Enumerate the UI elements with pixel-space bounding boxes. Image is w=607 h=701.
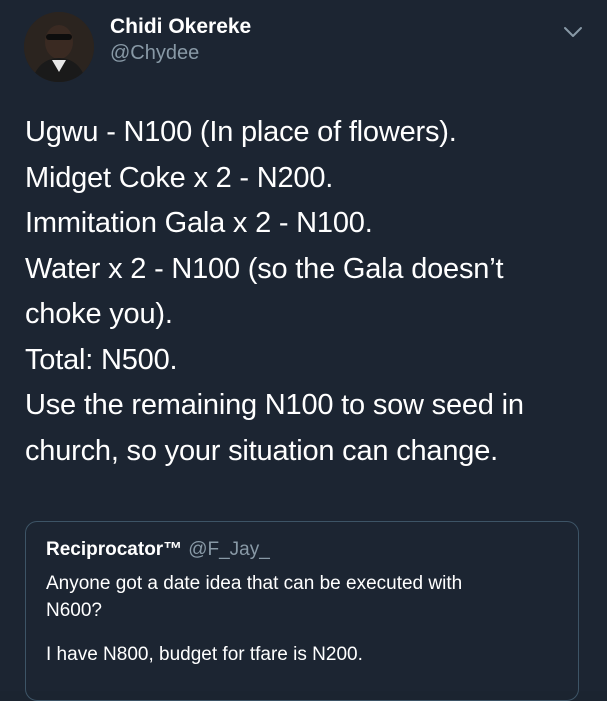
tweet-text-line: choke you). xyxy=(25,298,173,330)
author-info: Chidi Okereke @Chydee xyxy=(110,14,251,66)
avatar-photo xyxy=(24,12,94,82)
quoted-text-line: Anyone got a date idea that can be execu… xyxy=(46,573,463,594)
tweet-text-line: Midget Coke x 2 - N200. xyxy=(25,161,334,194)
tweet-text-line: Total: N500. xyxy=(25,343,178,376)
quoted-author-handle: @F_Jay_ xyxy=(188,539,270,560)
tweet-text: Ugwu - N100 (In place of flowers). Midge… xyxy=(25,110,590,474)
author-handle[interactable]: @Chydee xyxy=(110,40,251,66)
tweet-text-line: Immitation Gala x 2 - N100. xyxy=(25,207,373,239)
quoted-author-name: Reciprocator™ xyxy=(46,539,183,560)
author-name[interactable]: Chidi Okereke xyxy=(110,14,251,40)
quoted-tweet-text: Anyone got a date idea that can be execu… xyxy=(46,570,566,668)
quoted-text-line: I have N800, budget for tfare is N200. xyxy=(46,644,363,665)
quoted-tweet-header: Reciprocator™ @F_Jay_ xyxy=(46,538,270,562)
avatar[interactable] xyxy=(24,12,94,82)
tweet-card: Chidi Okereke @Chydee Ugwu - N100 (In pl… xyxy=(0,0,607,701)
quoted-tweet[interactable]: Reciprocator™ @F_Jay_ Anyone got a date i… xyxy=(25,521,579,701)
chevron-down-icon[interactable] xyxy=(562,24,584,40)
tweet-text-line: church, so your situation can change. xyxy=(25,434,498,467)
quoted-text-line: N600? xyxy=(46,600,102,621)
tweet-text-line: Ugwu - N100 (In place of flowers). xyxy=(25,116,457,148)
tweet-text-line: Water x 2 - N100 (so the Gala doesn’t xyxy=(25,252,504,285)
tweet-text-line: Use the remaining N100 to sow seed in xyxy=(25,389,524,421)
